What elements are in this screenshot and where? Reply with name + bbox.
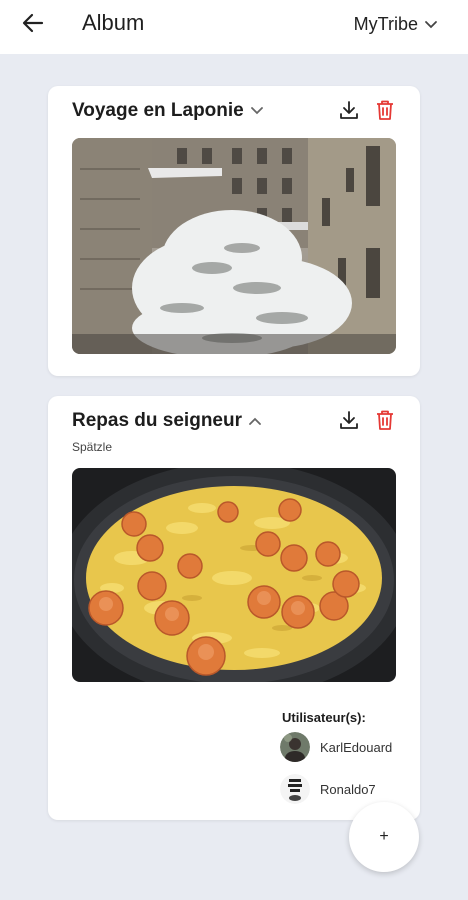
page-title: Album [82,10,145,35]
chevron-down-icon [425,20,437,28]
album-photo[interactable] [72,138,396,354]
chevron-up-icon [249,417,261,425]
back-button[interactable] [18,9,48,37]
trash-icon [377,100,393,120]
album-photo[interactable] [72,468,396,682]
users-label: Utilisateur(s): [282,710,366,725]
delete-button[interactable] [374,408,396,432]
app-bar: Album MyTribe [0,0,468,54]
user-item: Ronaldo7 [280,774,376,804]
album-card: Repas du seigneur Spätzle Utilisateur(s)… [48,396,420,820]
tribe-name: MyTribe [353,14,418,34]
arrow-left-icon [22,13,44,33]
album-subtitle: Spätzle [72,440,113,454]
tribe-selector[interactable]: MyTribe [354,14,438,35]
user-name: Ronaldo7 [320,781,376,797]
trash-icon [377,410,393,430]
add-album-button[interactable]: + [349,802,419,872]
avatar [280,774,310,804]
user-name: KarlEdouard [320,739,393,755]
user-item: KarlEdouard [280,732,392,762]
download-icon [340,411,358,429]
delete-button[interactable] [374,98,396,122]
user-avatar-icon [280,774,310,804]
album-header[interactable]: Repas du seigneur [72,410,262,432]
download-icon [340,101,358,119]
album-title: Voyage en Laponie [72,100,244,121]
spaetzle-pan-image [72,468,396,682]
user-avatar-icon [280,732,310,762]
album-title: Repas du seigneur [72,410,242,431]
album-card: Voyage en Laponie [48,86,420,376]
snowy-courtyard-image [72,138,396,354]
album-header[interactable]: Voyage en Laponie [72,100,264,122]
chevron-down-icon [250,107,263,115]
avatar [280,732,310,762]
download-button[interactable] [338,98,360,122]
add-button-label: + [379,828,389,845]
download-button[interactable] [338,408,360,432]
